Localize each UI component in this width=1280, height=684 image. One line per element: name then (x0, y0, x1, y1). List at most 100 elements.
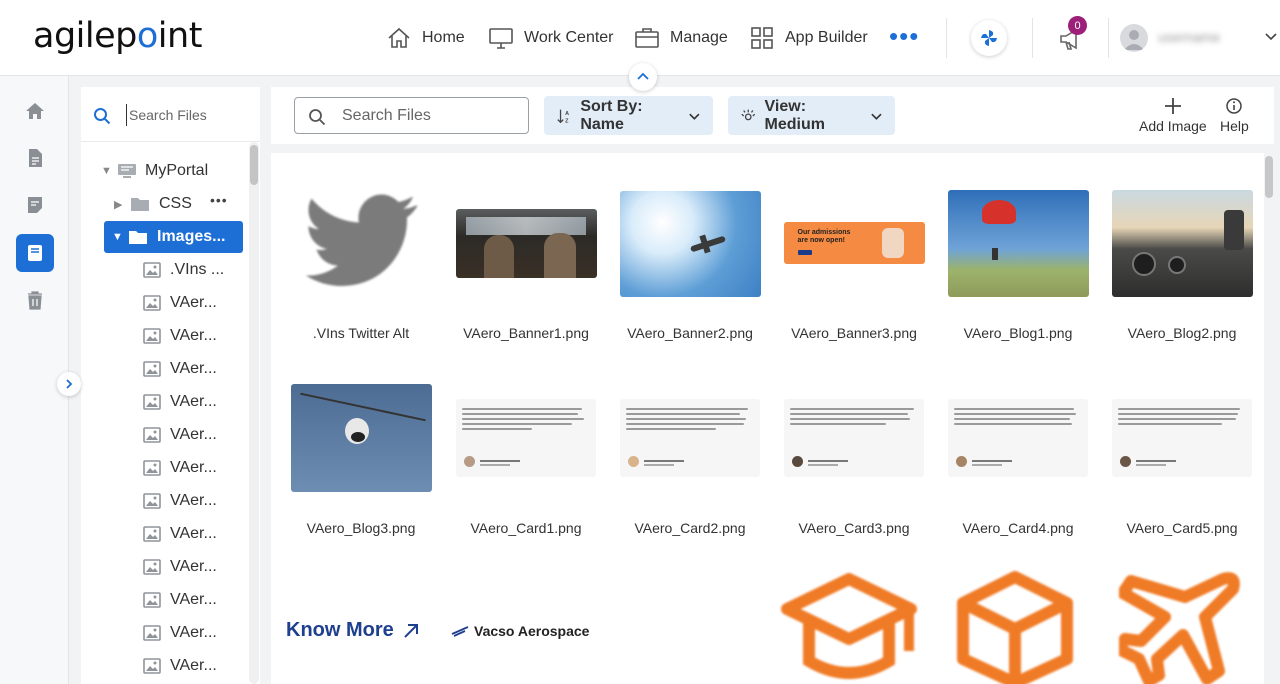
tree-file-item[interactable]: VAer... (143, 617, 243, 649)
gallery-scrollbar-thumb[interactable] (1265, 156, 1273, 198)
sort-label: Sort By: Name (580, 97, 643, 133)
gallery-item[interactable]: VAero_Card4.png (943, 373, 1093, 553)
logo-text: agilepoint (33, 16, 202, 56)
nav-app-builder[interactable]: App Builder (749, 22, 868, 54)
ai-assistant-button[interactable] (971, 20, 1007, 56)
gallery-item[interactable]: .VIns Twitter Alt (286, 178, 436, 358)
rail-trash[interactable] (16, 281, 54, 319)
view-dropdown[interactable]: View: Medium (728, 96, 895, 135)
tree-node-myportal[interactable]: ▼ MyPortal (101, 155, 251, 187)
know-more-text: Know More (286, 619, 394, 641)
testimonial-card-image (456, 399, 596, 477)
tree-file-item[interactable]: .VIns ... (143, 254, 243, 286)
gallery-item[interactable]: VAero_Blog2.png (1107, 178, 1257, 358)
collapse-header-button[interactable] (629, 63, 657, 91)
tree-file-item[interactable]: VAer... (143, 551, 243, 583)
tree-file-label: VAer... (170, 525, 217, 542)
gallery-item-name: .VIns Twitter Alt (312, 325, 410, 341)
tree-file-item[interactable]: VAer... (143, 584, 243, 616)
main-search-input[interactable] (342, 106, 512, 126)
divider (946, 18, 947, 58)
graduation-cap-icon[interactable] (781, 571, 917, 684)
box-icon[interactable] (955, 571, 1075, 684)
know-more-image[interactable]: Know More (286, 619, 420, 642)
gallery-item[interactable]: VAero_Card1.png (451, 373, 601, 553)
chevron-down-icon (689, 113, 700, 120)
gallery-item-name: VAero_Banner1.png (463, 325, 589, 341)
tree-file-item[interactable]: VAer... (143, 320, 243, 352)
image-file-icon (143, 526, 161, 542)
more-menu-button[interactable]: ••• (889, 23, 919, 49)
main-search (294, 97, 529, 134)
plus-icon (1164, 98, 1181, 114)
gallery-item-name: VAero_Card4.png (962, 520, 1074, 536)
gallery-item[interactable]: VAero_Card2.png (615, 373, 765, 553)
gallery-item-name: VAero_Card3.png (798, 520, 910, 536)
gallery-item[interactable]: VAero_Blog3.png (286, 373, 436, 553)
image-file-icon (143, 658, 161, 674)
image-file-icon (143, 559, 161, 575)
tree-file-item[interactable]: VAer... (143, 419, 243, 451)
svg-text:A: A (565, 111, 569, 117)
form-icon (28, 197, 42, 213)
tree-file-label: VAer... (170, 294, 217, 311)
chevron-down-icon[interactable] (1264, 30, 1278, 44)
notification-badge: 0 (1068, 16, 1087, 35)
airplane-icon[interactable] (1119, 571, 1241, 684)
vacso-logo-image[interactable]: Vacso Aerospace (451, 623, 589, 639)
tree-file-item[interactable]: VAer... (143, 287, 243, 319)
nav-work-center-label: Work Center (524, 29, 614, 46)
gallery-item[interactable]: VAero_Card5.png (1107, 373, 1257, 553)
folder-icon (131, 198, 149, 211)
gallery-item[interactable]: VAero_Banner1.png (451, 178, 601, 358)
tree-node-images[interactable]: ▼ Images... (104, 221, 243, 253)
arrow-up-right-icon (404, 623, 418, 638)
pinwheel-icon (981, 30, 997, 46)
tree-file-item[interactable]: VAer... (143, 353, 243, 385)
cockpit-image (455, 209, 597, 278)
view-label: View: Medium (764, 97, 825, 133)
rail-documents[interactable] (16, 139, 54, 177)
nav-manage-label: Manage (670, 29, 728, 46)
gallery-item[interactable]: VAero_Banner2.png (615, 178, 765, 358)
rail-forms[interactable] (16, 186, 54, 224)
tree-search (81, 87, 260, 142)
image-file-icon (143, 493, 161, 509)
user-icon (1124, 30, 1144, 50)
help-button[interactable]: Help (1220, 96, 1249, 134)
tree-file-item[interactable]: VAer... (143, 485, 243, 517)
folder-more-button[interactable]: ••• (210, 192, 228, 208)
tree-scrollbar-thumb[interactable] (250, 145, 258, 185)
tree-file-item[interactable]: VAer... (143, 518, 243, 550)
rail-home[interactable] (16, 92, 54, 130)
tree-search-input[interactable] (126, 104, 246, 126)
user-name[interactable]: username (1158, 29, 1220, 45)
nav-manage[interactable]: Manage (634, 22, 728, 54)
grid-icon (751, 27, 773, 49)
caret-down-icon: ▼ (101, 165, 112, 177)
tree-node-css[interactable]: ▶ CSS ••• (114, 188, 259, 220)
expand-rail-button[interactable] (57, 372, 81, 396)
gallery-item[interactable]: VAero_Blog1.png (943, 178, 1093, 358)
caret-right-icon: ▶ (114, 198, 123, 211)
avatar[interactable] (1120, 24, 1148, 52)
gallery-item[interactable]: Our admissions are now open! VAero_Banne… (779, 178, 929, 358)
sort-dropdown[interactable]: AZ Sort By: Name (544, 96, 713, 135)
agilepoint-logo[interactable]: agilepoint (33, 16, 202, 56)
image-file-icon (143, 427, 161, 443)
rail-files[interactable] (16, 234, 54, 272)
nav-work-center[interactable]: Work Center (488, 22, 614, 54)
nav-home[interactable]: Home (386, 22, 465, 54)
tree-scrollbar[interactable] (249, 142, 259, 684)
gallery-item[interactable]: VAero_Card3.png (779, 373, 929, 553)
folder-icon (129, 231, 147, 244)
add-image-button[interactable]: Add Image (1139, 96, 1207, 134)
image-file-icon (143, 592, 161, 608)
plane-logo-icon (451, 626, 469, 637)
gallery-item-name: VAero_Card1.png (470, 520, 582, 536)
tree-file-item[interactable]: VAer... (143, 452, 243, 484)
tree-file-item[interactable]: VAer... (143, 386, 243, 418)
gallery-scrollbar[interactable] (1264, 153, 1274, 684)
divider (1032, 18, 1033, 58)
tree-file-item[interactable]: VAer... (143, 650, 243, 682)
